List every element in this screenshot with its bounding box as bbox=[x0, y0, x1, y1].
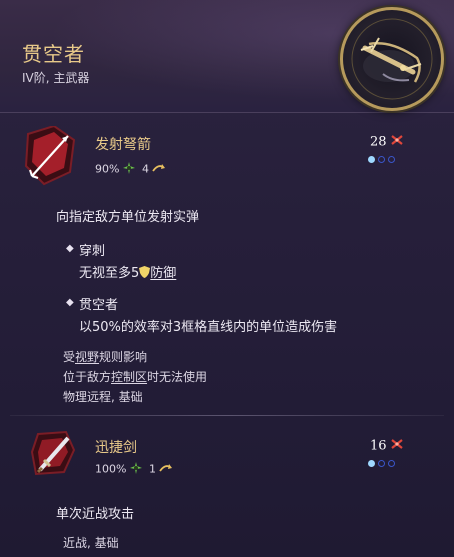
range-arrow-icon bbox=[159, 463, 173, 476]
action-points-indicator bbox=[368, 460, 402, 470]
skill-name: 发射弩箭 bbox=[95, 137, 151, 153]
zone-of-control-link[interactable]: 控制区 bbox=[111, 370, 147, 384]
cost-icon bbox=[391, 438, 403, 454]
accuracy-icon bbox=[129, 462, 142, 477]
range-arrow-icon bbox=[152, 163, 166, 176]
skill-description: 向指定敌方单位发射实弹 bbox=[56, 210, 200, 225]
ap-dot bbox=[368, 156, 375, 163]
skill-accuracy: 90% 4 bbox=[95, 162, 166, 177]
sword-skill-icon bbox=[30, 430, 76, 476]
trait-description: 以50%的效率对3框格直线内的单位造成伤害 bbox=[79, 320, 338, 335]
crossbow-emblem-icon bbox=[340, 7, 444, 111]
skill-accuracy: 100% 1 bbox=[95, 462, 173, 477]
item-tooltip-panel: 贯空者 IV阶, 主武器 发射弩箭 90% 4 28 向指定敌方单位发射实弹 ◆… bbox=[0, 0, 454, 557]
defense-link[interactable]: 防御 bbox=[150, 266, 176, 281]
skill-tags: 近战, 基础 bbox=[63, 536, 119, 550]
action-points-indicator bbox=[368, 156, 402, 166]
bullet-diamond-icon: ◆ bbox=[66, 297, 74, 308]
trait-name: 穿刺 bbox=[79, 244, 106, 259]
trait-description: 无视至多5 防御 bbox=[79, 265, 177, 282]
skill-tags: 物理远程, 基础 bbox=[63, 390, 143, 404]
item-subtitle: IV阶, 主武器 bbox=[22, 71, 90, 85]
ap-dot bbox=[378, 460, 385, 467]
skill-name: 迅捷剑 bbox=[95, 440, 137, 456]
ap-dot bbox=[378, 156, 385, 163]
divider bbox=[10, 415, 444, 416]
trait-name: 贯空者 bbox=[79, 298, 119, 313]
skill-cost: 16 bbox=[370, 438, 403, 454]
cost-icon bbox=[391, 134, 403, 150]
ap-dot bbox=[368, 460, 375, 467]
rule-note: 受视野规则影响 bbox=[63, 350, 148, 364]
skill-description: 单次近战攻击 bbox=[56, 507, 135, 522]
accuracy-icon bbox=[122, 162, 135, 177]
shield-icon bbox=[139, 265, 151, 282]
ap-dot bbox=[388, 460, 395, 467]
item-title: 贯空者 bbox=[22, 42, 85, 66]
skill-cost: 28 bbox=[370, 134, 403, 150]
vision-link[interactable]: 视野 bbox=[75, 350, 99, 364]
rule-note: 位于敌方控制区时无法使用 bbox=[63, 370, 208, 384]
ap-dot bbox=[388, 156, 395, 163]
bullet-diamond-icon: ◆ bbox=[66, 243, 74, 254]
arrow-skill-icon bbox=[24, 124, 76, 186]
tooltip-header: 贯空者 IV阶, 主武器 bbox=[0, 0, 454, 113]
